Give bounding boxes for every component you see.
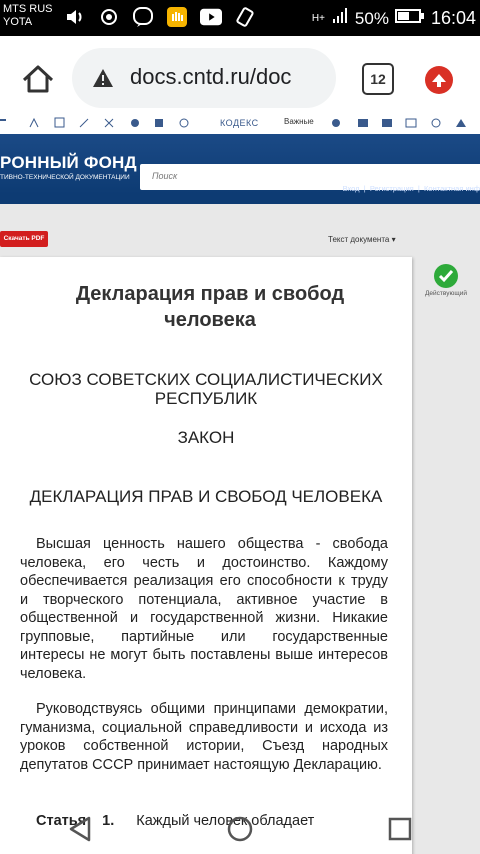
status-right: H+ 50% 16:04 (312, 7, 476, 30)
site-title[interactable]: РОННЫЙ ФОНД (0, 153, 137, 173)
site-subtitle: ТИВНО-ТЕХНИЧЕСКОЙ ДОКУМЕНТАЦИИ (0, 174, 130, 181)
back-icon (69, 816, 90, 841)
carrier-1: MTS RUS (3, 3, 53, 15)
site-toolbar: КОДЕКС Важные (0, 112, 480, 135)
signal-icon (331, 7, 349, 30)
clock: 16:04 (430, 8, 476, 28)
separator-2: | (415, 184, 422, 193)
header-ussr: СОЮЗ СОВЕТСКИХ СОЦИАЛИСТИЧЕСКИХ РЕСПУБЛИ… (29, 370, 383, 408)
viber-icon (132, 6, 154, 28)
paragraph-1: Высшая ценность нашего общества - свобод… (20, 536, 388, 682)
browser-toolbar: docs.cntd.ru/doc 12 (0, 36, 480, 124)
status-bar: MTS RUS YOTA H+ 50% 16:04 (0, 0, 480, 36)
radio-icon (98, 6, 120, 28)
contact-link[interactable]: Контактная инф (424, 184, 480, 193)
tab-switcher-button[interactable]: 12 (362, 63, 394, 95)
download-pdf-button[interactable]: Скачать PDF (0, 231, 48, 247)
recents-icon (389, 817, 412, 840)
important-menu[interactable]: Важные (284, 117, 314, 126)
register-link[interactable]: Регистрация (370, 184, 414, 193)
document-text-dropdown[interactable]: Текст документа ▾ (328, 235, 396, 244)
status-label: Действующий (425, 290, 467, 297)
login-link[interactable]: Вход (343, 184, 360, 193)
carrier-2: YOTA (3, 16, 33, 28)
account-links: Вход | Регистрация | Контактная инф (343, 184, 480, 193)
carrier-info: MTS RUS YOTA (3, 3, 53, 29)
search-placeholder: Поиск (152, 171, 178, 181)
home-nav-button[interactable] (226, 815, 254, 848)
toolbar-right-icons[interactable] (330, 117, 480, 129)
kodeks-logo[interactable]: КОДЕКС (220, 118, 259, 128)
not-secure-warning-icon[interactable] (92, 68, 114, 93)
rotate-icon (234, 6, 256, 28)
back-button[interactable] (67, 815, 93, 848)
nav-strip (0, 194, 480, 204)
system-nav-bar (0, 808, 480, 854)
document-title: Декларация прав и свобод человека (75, 283, 345, 331)
header-declaration: ДЕКЛАРАЦИЯ ПРАВ И СВОБОД ЧЕЛОВЕКА (29, 487, 383, 506)
paragraph-2: Руководствуясь общими принципами демокра… (20, 701, 388, 773)
hand-icon (166, 6, 188, 28)
home-icon (22, 65, 54, 93)
battery-icon (394, 8, 425, 29)
network-type: H+ (311, 13, 325, 24)
youtube-icon (200, 6, 222, 28)
update-icon[interactable] (425, 66, 453, 94)
document-page: Декларация прав и свобод человека СОЮЗ С… (0, 257, 412, 854)
address-bar[interactable]: docs.cntd.ru/doc (72, 48, 336, 108)
recents-button[interactable] (387, 816, 413, 847)
header-law: ЗАКОН (177, 428, 235, 447)
url-text[interactable]: docs.cntd.ru/doc (130, 64, 330, 90)
notification-icons (64, 6, 256, 28)
home-button[interactable] (18, 60, 58, 100)
separator-1: | (361, 184, 368, 193)
battery-percent: 50% (354, 8, 389, 28)
web-page: КОДЕКС Важные РОННЫЙ ФОНД ТИВНО-ТЕХНИЧЕС… (0, 112, 480, 854)
toolbar-icons[interactable] (0, 117, 200, 129)
volume-icon (64, 6, 86, 28)
status-check-icon (434, 264, 458, 288)
home-circle-icon (227, 816, 253, 841)
